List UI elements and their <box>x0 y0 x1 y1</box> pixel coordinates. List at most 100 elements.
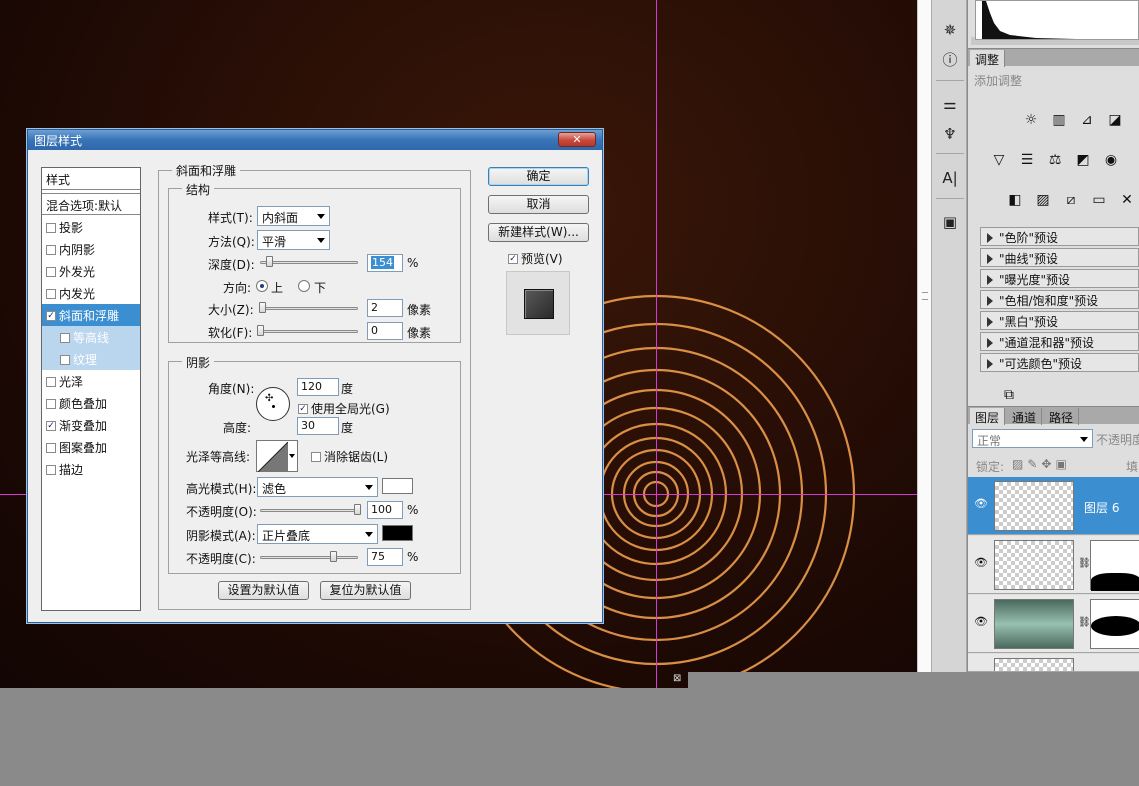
direction-up-radio[interactable] <box>256 280 268 292</box>
expand-triangle-icon[interactable] <box>987 317 993 327</box>
style-item[interactable]: 纹理 <box>42 348 140 370</box>
checkbox-unchecked-icon[interactable] <box>46 244 56 255</box>
shadow-opacity-input[interactable]: 75 <box>367 548 403 566</box>
lock-icons[interactable]: ▨✎✥▣ <box>1012 457 1071 471</box>
expand-triangle-icon[interactable] <box>987 338 993 348</box>
adjustment-preset-item[interactable]: "曝光度"预设 <box>980 269 1139 288</box>
soften-slider[interactable] <box>260 330 358 333</box>
dialog-titlebar[interactable]: 图层样式 <box>28 130 602 150</box>
shadow-opacity-thumb[interactable] <box>330 551 337 562</box>
adjustment-preset-item[interactable]: "曲线"预设 <box>980 248 1139 267</box>
style-item[interactable]: ✓ 渐变叠加 <box>42 414 140 436</box>
style-item[interactable]: 图案叠加 <box>42 436 140 458</box>
technique-select[interactable]: 平滑 <box>257 230 330 250</box>
expand-triangle-icon[interactable] <box>987 275 993 285</box>
size-slider-thumb[interactable] <box>259 302 266 313</box>
style-item[interactable]: 颜色叠加 <box>42 392 140 414</box>
layer-row[interactable] <box>968 654 1139 672</box>
expand-triangle-icon[interactable] <box>987 233 993 243</box>
style-item[interactable]: 内阴影 <box>42 238 140 260</box>
bevel-style-select[interactable]: 内斜面 <box>257 206 330 226</box>
depth-slider[interactable] <box>260 261 358 264</box>
adjustment-preset-item[interactable]: "色阶"预设 <box>980 227 1139 246</box>
camera-icon[interactable]: ▣ <box>940 212 960 232</box>
highlight-color-swatch[interactable] <box>382 478 413 494</box>
style-list-header[interactable]: 样式 <box>42 168 140 190</box>
new-style-button[interactable]: 新建样式(W)... <box>488 223 589 242</box>
style-item[interactable]: 描边 <box>42 458 140 480</box>
antialias-checkbox[interactable]: 消除锯齿(L) <box>311 448 388 465</box>
depth-slider-thumb[interactable] <box>265 256 273 267</box>
shadow-color-swatch[interactable] <box>382 525 413 541</box>
style-item[interactable]: 外发光 <box>42 260 140 282</box>
chain-link-icon[interactable]: ⛓ <box>1078 617 1091 628</box>
layer-mask-thumbnail[interactable] <box>1090 540 1139 591</box>
checkbox-unchecked-icon[interactable] <box>46 442 56 453</box>
gloss-contour-picker[interactable] <box>256 440 298 472</box>
photo-filter-icon[interactable]: ◉ <box>1100 149 1122 169</box>
vertical-guide[interactable] <box>656 0 657 688</box>
posterize-icon[interactable]: ⧄ <box>1060 189 1082 209</box>
selective-color-icon[interactable]: ✕ <box>1116 189 1138 209</box>
soften-slider-thumb[interactable] <box>257 325 264 336</box>
black-white-icon[interactable]: ◩ <box>1072 149 1094 169</box>
expand-triangle-icon[interactable] <box>987 359 993 369</box>
style-item[interactable]: 等高线 <box>42 326 140 348</box>
layer-mask-thumbnail[interactable] <box>1090 599 1139 649</box>
resize-grip-icon[interactable]: ⊠ <box>673 673 687 687</box>
close-button[interactable]: ✕ <box>558 132 596 147</box>
direction-down-radio[interactable] <box>298 280 310 292</box>
clone-source-icon[interactable]: ♆ <box>940 124 960 144</box>
checkbox-unchecked-icon[interactable] <box>46 376 56 387</box>
preview-checkbox[interactable]: ✓ 预览(V) <box>508 250 563 267</box>
eye-icon[interactable]: 👁 <box>974 556 988 570</box>
global-light-checkbox[interactable]: ✓ 使用全局光(G) <box>298 400 390 417</box>
tab-adjustments[interactable]: 调整 <box>970 50 1006 67</box>
size-slider[interactable] <box>260 307 358 310</box>
checkbox-unchecked-icon[interactable] <box>46 398 56 409</box>
cancel-button[interactable]: 取消 <box>488 195 589 214</box>
shadow-mode-select[interactable]: 正片叠底 <box>257 524 378 544</box>
blending-options-item[interactable]: 混合选项:默认 <box>42 193 140 215</box>
tab-channels[interactable]: 通道 <box>1007 408 1043 425</box>
ok-button[interactable]: 确定 <box>488 167 589 186</box>
levels-icon[interactable]: ▥ <box>1048 109 1070 129</box>
tab-paths[interactable]: 路径 <box>1044 408 1080 425</box>
checkbox-checked-icon[interactable]: ✓ <box>46 420 56 431</box>
layer-row[interactable]: 👁 ⛓ <box>968 595 1139 653</box>
highlight-mode-select[interactable]: 滤色 <box>257 477 378 497</box>
blend-mode-select[interactable]: 正常 <box>972 429 1093 448</box>
angle-dial[interactable]: ✣ <box>256 387 290 421</box>
vibrance-icon[interactable]: ▽ <box>988 149 1010 169</box>
style-item[interactable]: 内发光 <box>42 282 140 304</box>
checkbox-unchecked-icon[interactable] <box>46 222 56 233</box>
channel-mixer-icon[interactable]: ◧ <box>1004 189 1026 209</box>
gradient-map-icon[interactable]: ▭ <box>1088 189 1110 209</box>
color-balance-icon[interactable]: ⚖ <box>1044 149 1066 169</box>
return-to-list-icon[interactable]: ⧉ <box>998 384 1020 404</box>
chain-link-icon[interactable]: ⛓ <box>1078 558 1091 569</box>
brightness-icon[interactable]: ☼ <box>1020 109 1042 129</box>
eye-icon[interactable]: 👁 <box>974 497 988 511</box>
adjustment-preset-item[interactable]: "通道混和器"预设 <box>980 332 1139 351</box>
canvas-scrollbar[interactable] <box>917 0 931 672</box>
altitude-input[interactable]: 30 <box>297 417 339 435</box>
checkbox-unchecked-icon[interactable] <box>60 332 70 343</box>
depth-input[interactable]: 154 <box>367 254 403 272</box>
direction-up-label[interactable]: 上 <box>271 279 283 296</box>
layer-row[interactable]: 👁 ⛓ <box>968 536 1139 594</box>
scrollbar-grip[interactable] <box>922 292 928 300</box>
checkbox-unchecked-icon[interactable] <box>60 354 70 365</box>
character-icon[interactable]: A| <box>940 168 960 188</box>
checkbox-unchecked-icon[interactable] <box>46 266 56 277</box>
adjustment-preset-item[interactable]: "色相/饱和度"预设 <box>980 290 1139 309</box>
angle-input[interactable]: 120 <box>297 378 339 396</box>
hue-saturation-icon[interactable]: ☰ <box>1016 149 1038 169</box>
curves-icon[interactable]: ⊿ <box>1076 109 1098 129</box>
adjustment-preset-item[interactable]: "可选颜色"预设 <box>980 353 1139 372</box>
soften-input[interactable]: 0 <box>367 322 403 340</box>
shadow-opacity-slider[interactable] <box>260 556 358 559</box>
style-item[interactable]: ✓ 斜面和浮雕 <box>42 304 140 326</box>
make-default-button[interactable]: 设置为默认值 <box>218 581 309 600</box>
checkbox-unchecked-icon[interactable] <box>46 464 56 475</box>
